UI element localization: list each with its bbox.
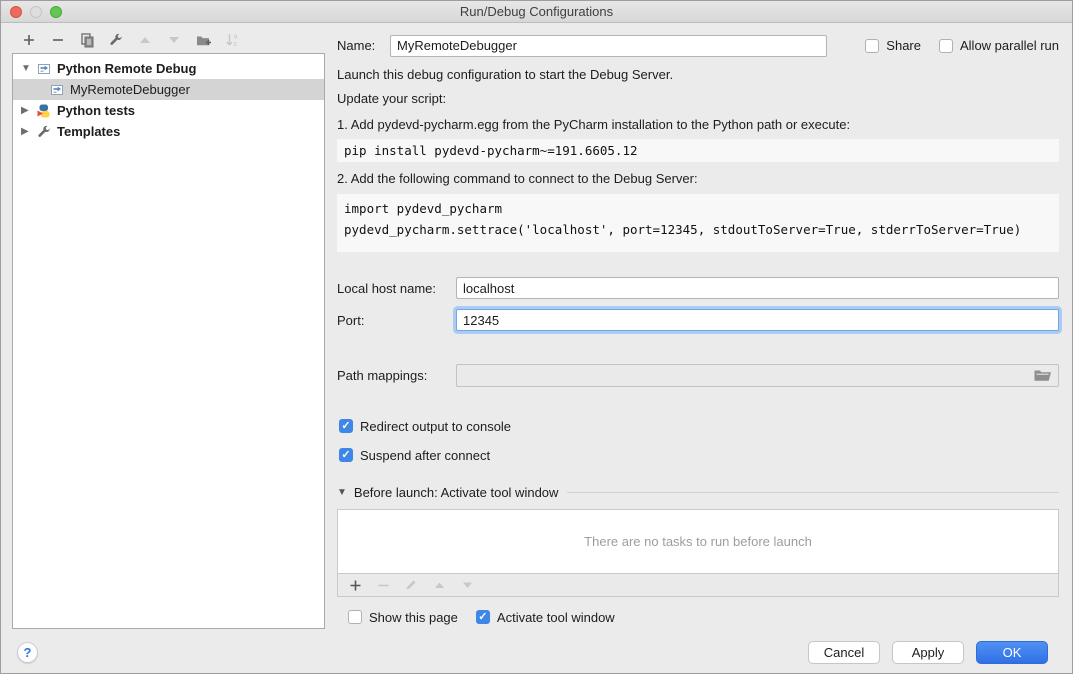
chevron-expanded-icon[interactable]: ▼ — [337, 487, 347, 498]
port-input[interactable] — [456, 309, 1059, 331]
before-launch-section-header[interactable]: ▼ Before launch: Activate tool window — [337, 485, 1059, 500]
add-task-icon[interactable] — [347, 577, 363, 593]
port-label: Port: — [337, 313, 456, 328]
before-launch-toolbar — [337, 573, 1059, 597]
allow-parallel-run-label: Allow parallel run — [960, 38, 1059, 53]
remove-task-icon — [375, 577, 391, 593]
remote-debug-config-icon — [36, 61, 52, 77]
share-label: Share — [886, 38, 921, 53]
settrace-code: import pydevd_pycharm pydevd_pycharm.set… — [337, 194, 1059, 252]
before-launch-title: Before launch: Activate tool window — [354, 485, 559, 500]
browse-folder-icon[interactable] — [1034, 368, 1052, 382]
suspend-after-connect-checkbox[interactable]: Suspend after connect — [337, 446, 1059, 464]
tree-item-templates[interactable]: ▶ Templates — [13, 121, 324, 142]
allow-parallel-run-checkbox-box[interactable] — [939, 39, 953, 53]
activate-tool-window-checkbox-box[interactable] — [476, 610, 490, 624]
tree-item-label: Python Remote Debug — [57, 61, 196, 76]
chevron-expanded-icon[interactable]: ▼ — [21, 63, 36, 74]
name-label: Name: — [337, 38, 390, 53]
edit-templates-wrench-icon[interactable] — [108, 32, 124, 48]
path-mappings-label: Path mappings: — [337, 368, 456, 383]
apply-button[interactable]: Apply — [892, 641, 964, 664]
zoom-button[interactable] — [50, 6, 62, 18]
no-tasks-text: There are no tasks to run before launch — [584, 534, 812, 549]
minimize-button — [30, 6, 42, 18]
configuration-editor: Name: Share Allow parallel run Launch th… — [337, 31, 1059, 626]
svg-text:a: a — [234, 34, 238, 41]
sort-alphabetically-icon: a z — [224, 32, 240, 48]
activate-tool-window-checkbox[interactable]: Activate tool window — [476, 610, 615, 625]
suspend-after-connect-label: Suspend after connect — [360, 448, 490, 463]
svg-text:z: z — [234, 41, 238, 48]
run-debug-configurations-dialog: Run/Debug Configurations — [0, 0, 1073, 674]
settrace-code-line2: pydevd_pycharm.settrace('localhost', por… — [344, 222, 1021, 237]
show-this-page-checkbox-box[interactable] — [348, 610, 362, 624]
cancel-button[interactable]: Cancel — [808, 641, 880, 664]
move-down-icon — [166, 32, 182, 48]
redirect-output-checkbox[interactable]: Redirect output to console — [337, 417, 1059, 435]
help-button[interactable]: ? — [17, 642, 38, 663]
chevron-collapsed-icon[interactable]: ▶ — [21, 105, 36, 116]
redirect-output-label: Redirect output to console — [360, 419, 511, 434]
configurations-tree: ▼ Python Remote Debug MyRe — [12, 53, 325, 629]
ok-button[interactable]: OK — [976, 641, 1048, 664]
update-script-text: Update your script: — [337, 91, 1059, 107]
remote-debug-config-icon — [49, 82, 65, 98]
step2-text: 2. Add the following command to connect … — [337, 171, 1059, 187]
settrace-code-line1: import pydevd_pycharm — [344, 201, 502, 216]
path-mappings-input[interactable] — [456, 364, 1059, 387]
share-checkbox-box[interactable] — [865, 39, 879, 53]
suspend-after-connect-checkbox-box[interactable] — [339, 448, 353, 462]
tree-item-label: Python tests — [57, 103, 135, 118]
share-checkbox[interactable]: Share — [865, 38, 921, 53]
close-button[interactable] — [10, 6, 22, 18]
tree-item-python-tests[interactable]: ▶ Python tests — [13, 100, 324, 121]
question-mark-icon: ? — [24, 645, 32, 660]
redirect-output-checkbox-box[interactable] — [339, 419, 353, 433]
tree-item-label: MyRemoteDebugger — [70, 82, 190, 97]
configurations-toolbar: a z — [21, 32, 240, 48]
tree-item-python-remote-debug[interactable]: ▼ Python Remote Debug — [13, 58, 324, 79]
name-input[interactable] — [390, 35, 827, 57]
activate-tool-window-label: Activate tool window — [497, 610, 615, 625]
new-folder-icon[interactable] — [195, 32, 211, 48]
pip-install-code: pip install pydevd-pycharm~=191.6605.12 — [337, 139, 1059, 162]
section-divider — [567, 492, 1059, 493]
remove-configuration-icon[interactable] — [50, 32, 66, 48]
show-this-page-label: Show this page — [369, 610, 458, 625]
step1-text: 1. Add pydevd-pycharm.egg from the PyCha… — [337, 117, 1059, 133]
move-task-up-icon — [431, 577, 447, 593]
window-title: Run/Debug Configurations — [460, 4, 613, 19]
chevron-collapsed-icon[interactable]: ▶ — [21, 126, 36, 137]
move-up-icon — [137, 32, 153, 48]
local-host-name-label: Local host name: — [337, 281, 456, 296]
tree-item-myremotedebugger[interactable]: MyRemoteDebugger — [13, 79, 324, 100]
titlebar: Run/Debug Configurations — [1, 1, 1072, 23]
local-host-name-input[interactable] — [456, 277, 1059, 299]
python-tests-icon — [36, 103, 52, 119]
intro-text: Launch this debug configuration to start… — [337, 67, 1059, 83]
allow-parallel-run-checkbox[interactable]: Allow parallel run — [939, 38, 1059, 53]
before-launch-task-list[interactable]: There are no tasks to run before launch — [337, 509, 1059, 573]
tree-item-label: Templates — [57, 124, 120, 139]
show-this-page-checkbox[interactable]: Show this page — [348, 610, 458, 625]
add-configuration-icon[interactable] — [21, 32, 37, 48]
wrench-icon — [36, 124, 52, 140]
move-task-down-icon — [459, 577, 475, 593]
edit-task-pencil-icon — [403, 577, 419, 593]
copy-configuration-icon[interactable] — [79, 32, 95, 48]
